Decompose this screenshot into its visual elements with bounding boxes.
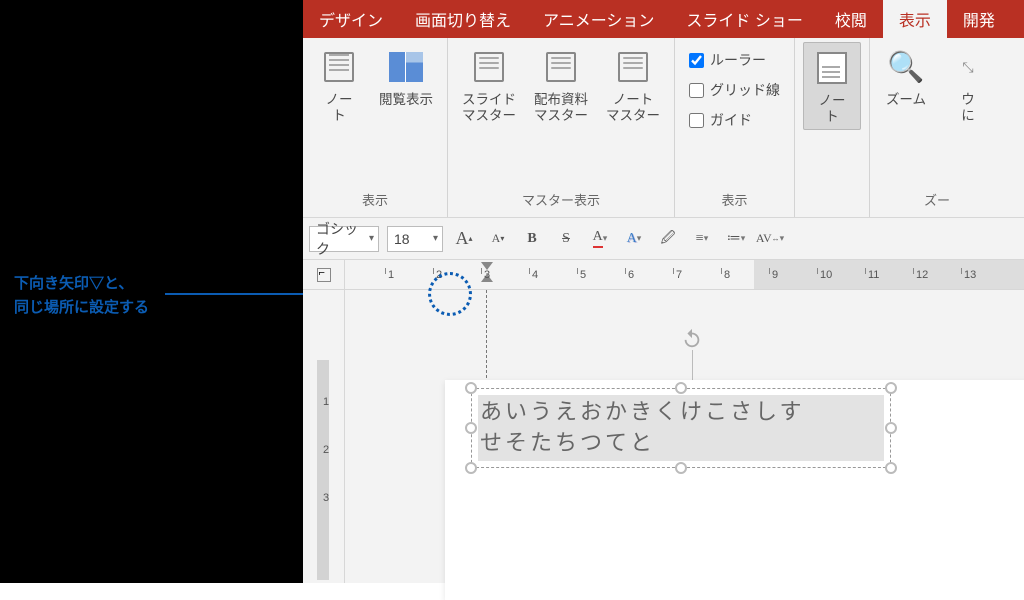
note-master-icon bbox=[618, 52, 648, 82]
tab-review[interactable]: 校閲 bbox=[819, 0, 883, 38]
rotate-icon bbox=[681, 328, 703, 350]
ruler-v-nums: 123 bbox=[317, 360, 335, 504]
notes-button[interactable]: ノー ト bbox=[803, 42, 861, 130]
resize-handle-ne[interactable] bbox=[885, 382, 897, 394]
resize-handle-e[interactable] bbox=[885, 422, 897, 434]
font-color-button[interactable]: A bbox=[587, 226, 613, 252]
tab-design[interactable]: デザイン bbox=[303, 0, 399, 38]
group-label-zoom: ズー bbox=[878, 186, 996, 215]
ribbon-group-presentation-views: ノー ト 閲覧表示 表示 bbox=[303, 38, 448, 217]
align-icon: ≡ bbox=[696, 231, 704, 247]
font-name-combo[interactable]: ゴシック bbox=[309, 226, 379, 252]
rotate-handle[interactable] bbox=[679, 328, 705, 380]
format-toolbar: ゴシック 18 A▴ A▾ B S A A 🖉 ≡ ≔ AV↔ bbox=[303, 218, 1024, 260]
ribbon: ノー ト 閲覧表示 表示 スライド マスター 配布資料 マスター bbox=[303, 38, 1024, 218]
powerpoint-window: デザイン 画面切り替え アニメーション スライド ショー 校閲 表示 開発 ノー… bbox=[303, 0, 1024, 583]
resize-handle-n[interactable] bbox=[675, 382, 687, 394]
resize-handle-sw[interactable] bbox=[465, 462, 477, 474]
tab-transition[interactable]: 画面切り替え bbox=[399, 0, 527, 38]
reading-icon bbox=[389, 52, 423, 82]
group-label-master: マスター表示 bbox=[456, 186, 666, 215]
window-icon: ⤡ bbox=[962, 59, 973, 76]
slide-canvas[interactable]: あいうえおかきくけこさしす せそたちつてと bbox=[345, 290, 1024, 583]
grid-checkbox-row[interactable]: グリッド線 bbox=[689, 78, 780, 102]
zoom-button[interactable]: 🔍 ズーム bbox=[878, 42, 934, 112]
handout-master-button[interactable]: 配布資料 マスター bbox=[528, 42, 594, 128]
increase-font-button[interactable]: A▴ bbox=[451, 226, 477, 252]
char-spacing-button[interactable]: AV↔ bbox=[757, 226, 783, 252]
text-box[interactable]: あいうえおかきくけこさしす せそたちつてと bbox=[471, 388, 891, 468]
note-master-button[interactable]: ノート マスター bbox=[600, 42, 666, 128]
group-label-views: 表示 bbox=[311, 186, 439, 215]
bullets-button[interactable]: ≔ bbox=[723, 226, 749, 252]
handout-master-icon bbox=[546, 52, 576, 82]
zoom-icon: 🔍 bbox=[887, 50, 924, 85]
ruler-checkbox[interactable] bbox=[689, 53, 704, 68]
bold-button[interactable]: B bbox=[519, 226, 545, 252]
tab-slideshow[interactable]: スライド ショー bbox=[670, 0, 818, 38]
group-label-empty bbox=[803, 190, 861, 215]
callout-circle bbox=[428, 272, 472, 316]
align-button[interactable]: ≡ bbox=[689, 226, 715, 252]
tab-view[interactable]: 表示 bbox=[883, 0, 947, 38]
ruler-checkbox-row[interactable]: ルーラー bbox=[689, 48, 766, 72]
highlight-button[interactable]: 🖉 bbox=[655, 226, 681, 252]
ribbon-group-notes: ノー ト bbox=[795, 38, 870, 217]
text-content[interactable]: あいうえおかきくけこさしす せそたちつてと bbox=[480, 397, 805, 459]
ribbon-group-zoom: 🔍 ズーム ⤡ ウ に ズー bbox=[870, 38, 1004, 217]
outline-icon bbox=[324, 52, 354, 82]
annotation-line2: 同じ場所に設定する bbox=[14, 296, 149, 320]
tab-develop[interactable]: 開発 bbox=[947, 0, 1011, 38]
resize-handle-se[interactable] bbox=[885, 462, 897, 474]
outline-view-button[interactable]: ノー ト bbox=[311, 42, 367, 128]
tab-selector[interactable] bbox=[303, 260, 345, 289]
ribbon-tabs: デザイン 画面切り替え アニメーション スライド ショー 校閲 表示 開発 bbox=[303, 0, 1024, 38]
decrease-font-button[interactable]: A▾ bbox=[485, 226, 511, 252]
highlight-icon: 🖉 bbox=[661, 227, 676, 251]
bullets-icon: ≔ bbox=[727, 230, 741, 247]
annotation-text: 下向き矢印▽と、 同じ場所に設定する bbox=[14, 272, 149, 320]
resize-handle-nw[interactable] bbox=[465, 382, 477, 394]
tab-animation[interactable]: アニメーション bbox=[527, 0, 670, 38]
slide-master-button[interactable]: スライド マスター bbox=[456, 42, 522, 128]
resize-handle-s[interactable] bbox=[675, 462, 687, 474]
fit-window-button[interactable]: ⤡ ウ に bbox=[940, 42, 996, 128]
reading-view-button[interactable]: 閲覧表示 bbox=[373, 42, 439, 112]
strikethrough-button[interactable]: S bbox=[553, 226, 579, 252]
ribbon-group-master-views: スライド マスター 配布資料 マスター ノート マスター マスター表示 bbox=[448, 38, 675, 217]
horizontal-ruler[interactable]: 12345678910111213 bbox=[303, 260, 1024, 290]
group-label-show: 表示 bbox=[683, 186, 786, 215]
vertical-ruler[interactable]: 123 bbox=[303, 290, 345, 583]
grid-checkbox[interactable] bbox=[689, 83, 704, 98]
slide-master-icon bbox=[474, 52, 504, 82]
guide-checkbox-row[interactable]: ガイド bbox=[689, 108, 752, 132]
font-size-combo[interactable]: 18 bbox=[387, 226, 443, 252]
resize-handle-w[interactable] bbox=[465, 422, 477, 434]
guide-checkbox[interactable] bbox=[689, 113, 704, 128]
text-effects-button[interactable]: A bbox=[621, 226, 647, 252]
ribbon-group-show: ルーラー グリッド線 ガイド 表示 bbox=[675, 38, 795, 217]
notes-icon bbox=[817, 52, 847, 84]
annotation-line1: 下向き矢印▽と、 bbox=[14, 272, 149, 296]
